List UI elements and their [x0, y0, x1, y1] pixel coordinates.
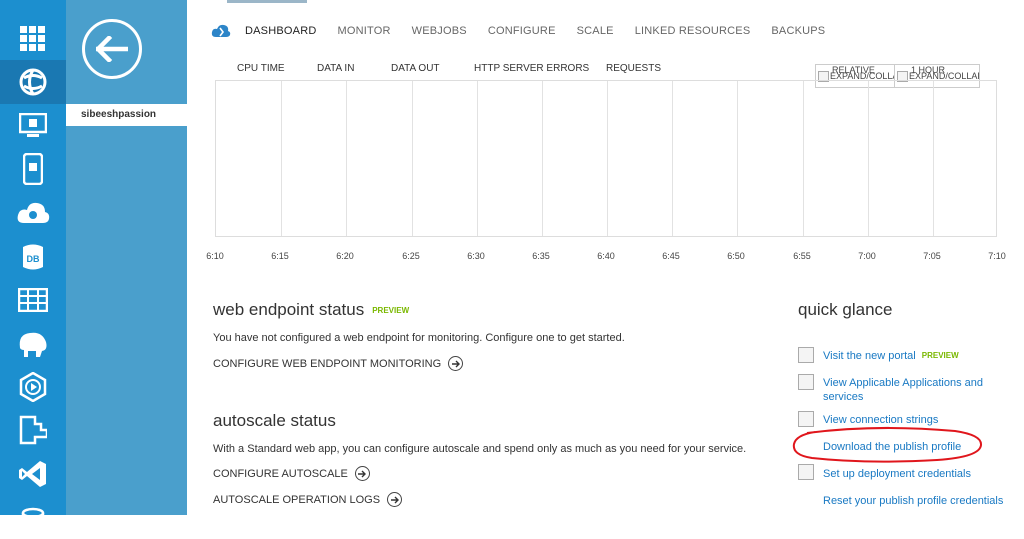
x-tick-label: 6:25: [402, 251, 420, 261]
metric-data-out[interactable]: DATA OUT: [391, 63, 440, 74]
tab-monitor[interactable]: MONITOR: [337, 25, 390, 37]
sql-databases-icon[interactable]: DB: [0, 235, 66, 279]
site-item-sibeeshpassion[interactable]: sibeeshpassion: [66, 104, 187, 126]
title-fragment: [227, 0, 307, 3]
reset-publish-credentials-link[interactable]: Reset your publish profile credentials: [823, 494, 1003, 508]
virtual-machines-icon[interactable]: [0, 104, 66, 148]
storage-icon[interactable]: [0, 278, 66, 322]
quick-glance-heading: quick glance: [798, 300, 893, 319]
media-services-icon[interactable]: [0, 365, 66, 409]
x-tick-label: 6:35: [532, 251, 550, 261]
x-tick-label: 6:55: [793, 251, 811, 261]
service-rail: DB: [0, 0, 66, 523]
metric-cpu-time[interactable]: CPU TIME: [237, 63, 285, 74]
chart-gridline: [737, 81, 738, 236]
visual-studio-icon[interactable]: [0, 452, 66, 496]
main-content: DASHBOARD MONITOR WEBJOBS CONFIGURE SCAL…: [187, 0, 1024, 515]
cloud-icon: [211, 24, 231, 37]
visit-new-portal-link[interactable]: Visit the new portal PREVIEW: [823, 349, 959, 363]
x-tick-label: 7:00: [858, 251, 876, 261]
database-icon[interactable]: [0, 495, 66, 539]
hdinsight-icon[interactable]: [0, 321, 66, 365]
mobile-services-icon[interactable]: [0, 147, 66, 191]
preview-badge: PREVIEW: [372, 306, 410, 315]
tab-webjobs[interactable]: WEBJOBS: [412, 25, 467, 37]
x-tick-label: 6:15: [271, 251, 289, 261]
chart-gridline: [672, 81, 673, 236]
x-tick-label: 6:20: [336, 251, 354, 261]
arrow-right-icon: [387, 492, 403, 507]
x-tick-label: 7:10: [988, 251, 1006, 261]
tab-scale[interactable]: SCALE: [577, 25, 614, 37]
x-tick-label: 6:30: [467, 251, 485, 261]
configure-autoscale-button[interactable]: CONFIGURE AUTOSCALE: [213, 466, 370, 481]
metric-data-in[interactable]: DATA IN: [317, 63, 354, 74]
metric-requests[interactable]: REQUESTS: [606, 63, 661, 74]
deployment-credentials-link-icon: [798, 464, 814, 480]
arrow-left-icon: [96, 36, 128, 62]
chart-gridline: [607, 81, 608, 236]
tab-linked-resources[interactable]: LINKED RESOURCES: [635, 25, 751, 37]
autoscale-text: With a Standard web app, you can configu…: [213, 443, 747, 455]
endpoint-heading: web endpoint status PREVIEW: [213, 300, 410, 319]
chart-gridline: [281, 81, 282, 236]
tab-configure[interactable]: CONFIGURE: [488, 25, 556, 37]
endpoint-text: You have not configured a web endpoint f…: [213, 332, 625, 344]
annotation-ellipse: [792, 426, 982, 463]
autoscale-heading: autoscale status: [213, 411, 336, 430]
chart-gridline: [933, 81, 934, 236]
deployment-credentials-link[interactable]: Set up deployment credentials: [823, 467, 971, 481]
site-panel: sibeeshpassion: [66, 0, 187, 515]
chart-gridline: [803, 81, 804, 236]
arrow-right-icon: [448, 356, 464, 371]
arrow-right-icon: [354, 466, 370, 481]
applications-link-icon: [798, 374, 814, 390]
chart-gridline: [868, 81, 869, 236]
service-bus-icon[interactable]: [0, 408, 66, 452]
apps-grid-icon[interactable]: [0, 17, 66, 61]
tab-bar: DASHBOARD MONITOR WEBJOBS CONFIGURE SCAL…: [211, 24, 846, 38]
connection-strings-link-icon: [798, 411, 814, 427]
chart-gridline: [412, 81, 413, 236]
metrics-chart: [215, 80, 997, 237]
x-tick-label: 6:50: [727, 251, 745, 261]
chart-gridline: [477, 81, 478, 236]
preview-badge: PREVIEW: [921, 351, 959, 360]
tab-dashboard[interactable]: DASHBOARD: [245, 25, 316, 37]
portal-link-icon: [798, 347, 814, 363]
view-connection-strings-link[interactable]: View connection strings: [823, 413, 938, 427]
web-apps-icon[interactable]: [0, 60, 66, 104]
chart-gridline: [542, 81, 543, 236]
x-tick-label: 6:40: [597, 251, 615, 261]
back-button[interactable]: [82, 19, 142, 79]
autoscale-logs-button[interactable]: AUTOSCALE OPERATION LOGS: [213, 492, 403, 507]
configure-endpoint-button[interactable]: CONFIGURE WEB ENDPOINT MONITORING: [213, 356, 464, 371]
x-tick-label: 6:45: [662, 251, 680, 261]
x-tick-label: 6:10: [206, 251, 224, 261]
tab-backups[interactable]: BACKUPS: [771, 25, 825, 37]
svg-text:DB: DB: [27, 254, 40, 264]
cloud-services-icon[interactable]: [0, 190, 66, 234]
metric-http-server-errors[interactable]: HTTP SERVER ERRORS: [474, 63, 589, 74]
x-tick-label: 7:05: [923, 251, 941, 261]
chart-gridline: [346, 81, 347, 236]
view-applications-link[interactable]: View Applicable Applications and service…: [823, 376, 993, 404]
